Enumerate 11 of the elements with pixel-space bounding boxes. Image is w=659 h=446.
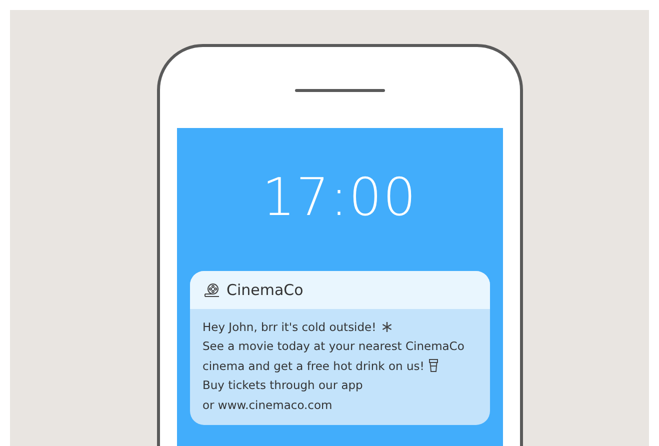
message-text: Buy tickets through our app (202, 378, 363, 392)
cup-icon (429, 359, 438, 372)
message-text: Hey John, brr it's cold outside! (202, 320, 376, 334)
message-text: See a movie today at your nearest CinemaCo (202, 339, 464, 354)
clock-time: 17:00 (262, 167, 417, 230)
notification-card[interactable]: CinemaCo Hey John, brr it's cold outside! See a movie today at your nearest CinemaCo cinema and get a free hot drink on us! Buy tickets through our app or www.cinemaco.com (190, 271, 490, 424)
app-name: CinemaCo (226, 281, 304, 299)
snowflake-icon (381, 320, 394, 333)
message-text: or www.cinemaco.com (202, 398, 332, 412)
film-reel-icon (204, 282, 220, 298)
message-text: cinema and get a free hot drink on us! (202, 358, 424, 373)
